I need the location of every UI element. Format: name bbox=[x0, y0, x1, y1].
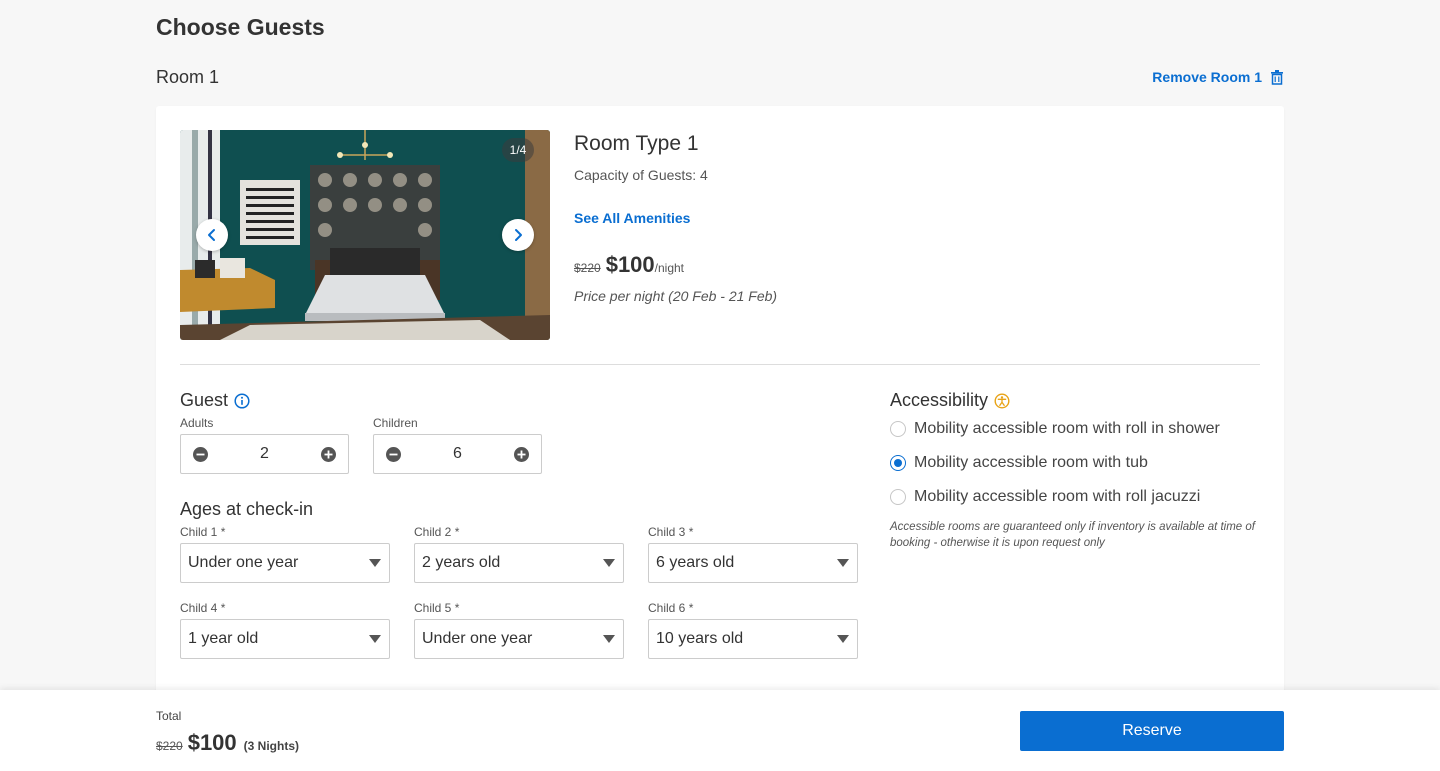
radio-button[interactable] bbox=[890, 489, 906, 505]
caret-down-icon bbox=[603, 559, 615, 567]
children-label: Children bbox=[373, 416, 418, 430]
plus-circle-icon bbox=[514, 446, 529, 462]
accessibility-note: Accessible rooms are guaranteed only if … bbox=[890, 521, 1255, 549]
chevron-left-icon bbox=[208, 229, 215, 241]
room-capacity: Capacity of Guests: 4 bbox=[574, 167, 708, 183]
child-3-age-value: 6 years old bbox=[656, 554, 735, 571]
room-photo bbox=[180, 130, 550, 340]
reserve-button[interactable]: Reserve bbox=[1020, 711, 1284, 751]
children-stepper: 6 bbox=[373, 434, 542, 474]
per-night-label: /night bbox=[654, 261, 685, 275]
adults-increment-button[interactable] bbox=[320, 446, 337, 463]
nights-count: (3 Nights) bbox=[243, 739, 299, 753]
accessibility-option-roll-in-shower[interactable]: Mobility accessible room with roll in sh… bbox=[890, 420, 1220, 438]
minus-circle-icon bbox=[386, 446, 401, 462]
child-6-age-select[interactable]: 10 years old bbox=[648, 619, 858, 659]
page-title: Choose Guests bbox=[156, 14, 325, 40]
caret-down-icon bbox=[837, 559, 849, 567]
chevron-right-icon bbox=[515, 229, 522, 241]
booking-footer: Total $220 $100 (3 Nights) Reserve bbox=[0, 690, 1440, 771]
accessibility-option-tub[interactable]: Mobility accessible room with tub bbox=[890, 454, 1148, 472]
child-2-age-select[interactable]: 2 years old bbox=[414, 543, 624, 583]
ages-section-title: Ages at check-in bbox=[180, 499, 314, 519]
accessibility-option-label: Mobility accessible room with roll in sh… bbox=[914, 420, 1220, 437]
adults-decrement-button[interactable] bbox=[192, 446, 209, 463]
original-total: $220 bbox=[156, 739, 183, 753]
total-price: $220 $100 (3 Nights) bbox=[156, 730, 299, 756]
total-label: Total bbox=[156, 709, 182, 723]
trash-icon bbox=[1271, 69, 1283, 85]
radio-button-selected[interactable] bbox=[890, 455, 906, 471]
photo-counter: 1/4 bbox=[502, 138, 534, 162]
guest-section-title: Guest bbox=[180, 390, 250, 411]
see-all-amenities-link[interactable]: See All Amenities bbox=[574, 210, 690, 226]
child-2-age-value: 2 years old bbox=[422, 554, 501, 571]
price-note: Price per night (20 Feb - 21 Feb) bbox=[574, 288, 778, 304]
accessibility-title-label: Accessibility bbox=[890, 390, 989, 410]
child-1-age-value: Under one year bbox=[188, 554, 299, 571]
photo-prev-button[interactable] bbox=[196, 219, 228, 251]
children-increment-button[interactable] bbox=[513, 446, 530, 463]
child-6-age-value: 10 years old bbox=[656, 630, 744, 647]
accessibility-icon bbox=[994, 392, 1010, 409]
child-1-age-select[interactable]: Under one year bbox=[180, 543, 390, 583]
room-photo-carousel: 1/4 bbox=[180, 130, 550, 340]
caret-down-icon bbox=[369, 559, 381, 567]
child-3-age-select[interactable]: 6 years old bbox=[648, 543, 858, 583]
adults-stepper: 2 bbox=[180, 434, 349, 474]
guest-title-label: Guest bbox=[180, 390, 229, 410]
radio-button[interactable] bbox=[890, 421, 906, 437]
child-1-label: Child 1 * bbox=[180, 525, 226, 539]
caret-down-icon bbox=[369, 635, 381, 643]
minus-circle-icon bbox=[193, 446, 208, 462]
child-5-label: Child 5 * bbox=[414, 601, 460, 615]
child-4-label: Child 4 * bbox=[180, 601, 226, 615]
child-5-age-select[interactable]: Under one year bbox=[414, 619, 624, 659]
divider bbox=[180, 364, 1260, 365]
accessibility-option-roll-jacuzzi[interactable]: Mobility accessible room with roll jacuz… bbox=[890, 488, 1200, 506]
room-card: 1/4 Room Type 1 Capacity of Guests: 4 Se… bbox=[156, 106, 1284, 706]
adults-label: Adults bbox=[180, 416, 214, 430]
photo-next-button[interactable] bbox=[502, 219, 534, 251]
accessibility-section-title: Accessibility bbox=[890, 390, 1010, 411]
room-heading: Room 1 bbox=[156, 67, 220, 87]
child-6-label: Child 6 * bbox=[648, 601, 694, 615]
adults-value: 2 bbox=[260, 445, 269, 462]
child-5-age-value: Under one year bbox=[422, 630, 533, 647]
discounted-price: $100 bbox=[605, 252, 655, 277]
child-4-age-select[interactable]: 1 year old bbox=[180, 619, 390, 659]
child-3-label: Child 3 * bbox=[648, 525, 694, 539]
room-price: $220 $100 /night bbox=[574, 252, 684, 278]
accessibility-option-label: Mobility accessible room with tub bbox=[914, 454, 1148, 471]
children-value: 6 bbox=[453, 445, 462, 462]
original-price: $220 bbox=[574, 261, 601, 275]
child-4-age-value: 1 year old bbox=[188, 630, 259, 647]
caret-down-icon bbox=[603, 635, 615, 643]
room-type-title: Room Type 1 bbox=[574, 132, 699, 155]
discounted-total: $100 bbox=[187, 730, 237, 755]
remove-room-label: Remove Room 1 bbox=[1152, 69, 1262, 85]
remove-room-button[interactable]: Remove Room 1 bbox=[1152, 69, 1284, 85]
plus-circle-icon bbox=[321, 446, 336, 462]
info-icon[interactable] bbox=[234, 392, 250, 409]
caret-down-icon bbox=[837, 635, 849, 643]
children-decrement-button[interactable] bbox=[385, 446, 402, 463]
accessibility-option-label: Mobility accessible room with roll jacuz… bbox=[914, 488, 1201, 505]
child-2-label: Child 2 * bbox=[414, 525, 460, 539]
